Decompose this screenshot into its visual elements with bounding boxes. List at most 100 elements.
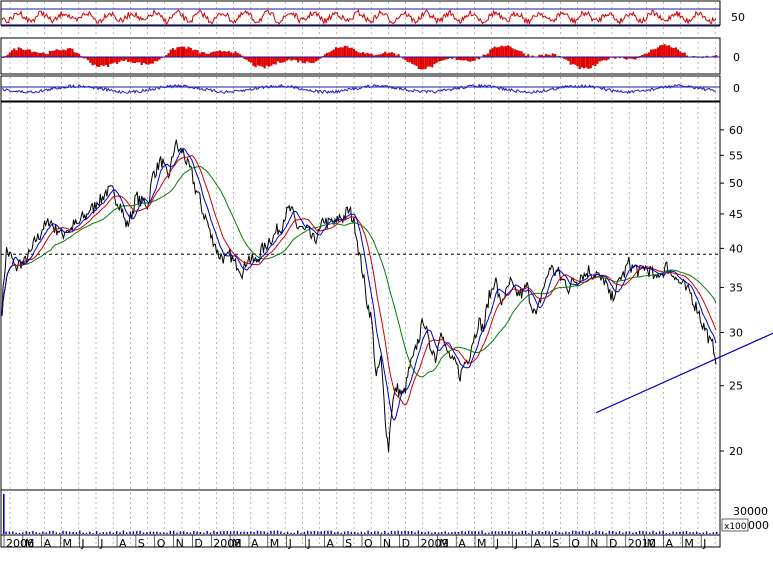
- volume-bar: [304, 532, 305, 534]
- volume-bar: [659, 531, 660, 534]
- volume-bar: [180, 531, 181, 534]
- histogram-bar: [351, 48, 353, 57]
- volume-bar: [26, 531, 27, 534]
- volume-bar: [401, 531, 402, 534]
- x-tick-label: J: [514, 537, 518, 550]
- volume-bar: [522, 531, 523, 534]
- histogram-bar: [650, 49, 652, 57]
- histogram-bar: [431, 57, 433, 67]
- volume-bar: [488, 533, 489, 534]
- histogram-bar: [299, 57, 301, 61]
- chart-root: 50 0 0 202530354045505560 30000: [0, 0, 773, 562]
- volume-bar: [626, 532, 627, 535]
- histogram-bar: [429, 57, 431, 67]
- volume-bar: [274, 531, 275, 534]
- histogram-bar: [518, 51, 520, 57]
- x-tick-label: A: [251, 537, 259, 550]
- volume-bar: [22, 532, 23, 534]
- histogram-bar: [114, 57, 116, 63]
- histogram-bar: [74, 52, 76, 57]
- histogram-bar: [386, 53, 388, 57]
- y-tick-label: 50: [729, 177, 743, 190]
- volume-bar: [622, 533, 623, 534]
- volume-bar: [639, 531, 640, 534]
- volume-bar: [391, 531, 392, 534]
- volume-bar: [331, 531, 332, 534]
- volume-bar: [139, 531, 140, 534]
- volume-bar: [505, 532, 506, 535]
- volume-bar: [310, 531, 311, 534]
- volume-bar: [83, 533, 84, 535]
- volume-bar: [36, 532, 37, 534]
- volume-bar: [575, 531, 576, 534]
- x-tick-label: N: [590, 537, 598, 550]
- histogram-bar: [574, 57, 576, 65]
- histogram-bar: [150, 57, 152, 64]
- volume-bar: [669, 533, 670, 534]
- volume-bar: [123, 531, 124, 535]
- histogram-bar: [18, 47, 20, 57]
- volume-bar: [455, 532, 456, 534]
- volume-bar: [525, 531, 526, 534]
- volume-bar: [431, 533, 432, 534]
- volume-bar: [136, 531, 137, 534]
- volume-bar: [223, 531, 224, 534]
- histogram-bar: [572, 57, 574, 64]
- volume-bar: [461, 531, 462, 534]
- histogram-bar: [116, 57, 118, 64]
- histogram-bar: [355, 51, 357, 57]
- histogram-bar: [94, 57, 96, 65]
- x-tick-label: M: [270, 537, 280, 550]
- histogram-bar: [648, 52, 650, 57]
- histogram-bar: [275, 57, 277, 65]
- volume-bar: [602, 532, 603, 534]
- histogram-bar: [491, 48, 493, 57]
- histogram-bar: [170, 50, 172, 57]
- histogram-bar: [174, 50, 176, 57]
- histogram-bar: [382, 53, 384, 57]
- volume-bar: [29, 532, 30, 534]
- histogram-bar: [156, 57, 158, 61]
- histogram-bar: [49, 51, 51, 57]
- volume-bar: [337, 532, 338, 534]
- histogram-bar: [24, 50, 26, 57]
- volume-bar: [193, 531, 194, 534]
- volume-bar: [317, 531, 318, 534]
- histogram-bar: [167, 53, 169, 57]
- histogram-bar: [185, 49, 187, 57]
- volume-bar: [592, 533, 593, 534]
- volume-bar: [498, 532, 499, 535]
- histogram-bar: [344, 46, 346, 57]
- volume-bar: [367, 531, 368, 534]
- histogram-bar: [268, 57, 270, 67]
- volume-bar: [381, 533, 382, 535]
- histogram-bar: [422, 57, 424, 69]
- y-tick-label: 20: [729, 445, 743, 458]
- histogram-bar: [33, 52, 35, 57]
- histogram-bar: [15, 50, 17, 57]
- volume-bar: [703, 533, 704, 535]
- histogram-bar: [250, 57, 252, 63]
- histogram-bar: [366, 53, 368, 57]
- histogram-bar: [670, 47, 672, 57]
- x-tick-label: A: [458, 537, 466, 550]
- histogram-bar: [427, 57, 429, 67]
- volume-bar: [609, 531, 610, 534]
- volume-bar: [548, 531, 549, 534]
- volume-bar: [294, 533, 295, 534]
- oscillator-tick-label: 50: [731, 11, 745, 24]
- volume-bar: [582, 531, 583, 534]
- volume-bar: [357, 533, 358, 534]
- histogram-bar: [112, 57, 114, 63]
- volume-bar: [327, 531, 328, 534]
- histogram-bar: [500, 46, 502, 57]
- volume-bar: [15, 533, 16, 534]
- histogram-bar: [234, 51, 236, 57]
- histogram-bar: [297, 57, 299, 63]
- volume-bar: [636, 532, 637, 534]
- volume-bar: [508, 531, 509, 534]
- volume-bar: [220, 531, 221, 534]
- volume-bar: [284, 533, 285, 534]
- volume-bar: [52, 531, 53, 534]
- histogram-bar: [471, 57, 473, 61]
